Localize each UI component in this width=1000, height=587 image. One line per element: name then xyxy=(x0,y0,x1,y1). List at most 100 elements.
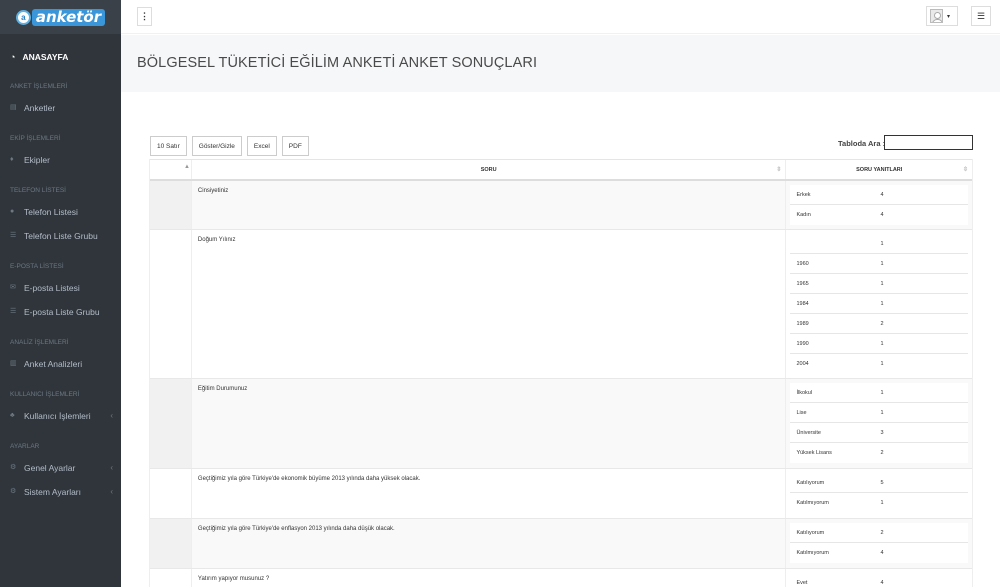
answer-label: 1990 xyxy=(796,340,809,347)
answer-count: 1 xyxy=(880,340,884,347)
sidebar-item-eposta-listesi[interactable]: ✉ E-posta Listesi xyxy=(0,276,121,300)
answer-label: Katılmıyorum xyxy=(796,550,829,556)
sidebar-item-ekipler[interactable]: ♦ Ekipler xyxy=(0,148,121,172)
answer-row: Kadın 4 xyxy=(790,205,969,225)
sidebar-item-anketler[interactable]: ▤ Anketler xyxy=(0,96,121,120)
sidebar-item-label: Kullanıcı İşlemleri xyxy=(24,411,91,421)
user-icon: ● xyxy=(10,208,15,215)
answer-label: Yüksek Lisans xyxy=(796,450,832,456)
sidebar-item-label: Anket Analizleri xyxy=(24,359,83,369)
answers-cell: Evet 4 xyxy=(786,569,972,587)
search-label: Tabloda Ara : xyxy=(838,139,886,148)
sidebar-heading: TELEFON LİSTESİ xyxy=(10,187,66,194)
answers-cell: 1 1960 1 1965 1 1984 1 1989 2 1990 1 2004 1 xyxy=(786,230,972,378)
sidebar-item-label: E-posta Listesi xyxy=(24,283,80,293)
column-header-index[interactable]: ▲ xyxy=(150,160,192,179)
answer-count: 4 xyxy=(880,550,884,556)
answer-row: 1984 1 xyxy=(790,294,969,314)
answer-count: 4 xyxy=(880,212,884,218)
answer-row: Katılıyorum 2 xyxy=(790,523,969,543)
answer-label: Erkek xyxy=(796,191,811,198)
sidebar-item-kullanici-islemleri[interactable]: ♣ Kullanıcı İşlemleri ‹ xyxy=(0,404,121,428)
answer-row: 1960 1 xyxy=(790,254,969,274)
chevron-left-icon: ‹ xyxy=(110,487,113,496)
export-pdf-button[interactable]: PDF xyxy=(281,136,309,156)
export-excel-button[interactable]: Excel xyxy=(246,136,277,156)
sort-icon: ⇳ xyxy=(962,167,968,173)
table-body: Cinsiyetiniz Erkek 4 Kadın 4 Doğum Yılınız 1 19… xyxy=(150,181,972,587)
page-title-bar: BÖLGESEL TÜKETİCİ EĞİLİM ANKETİ ANKET SO… xyxy=(121,35,1000,92)
row-index-cell xyxy=(150,519,192,568)
sidebar-heading: ANALİZ İŞLEMLERİ xyxy=(10,339,69,346)
sidebar-item-label: Anketler xyxy=(24,103,56,113)
answer-label: Evet xyxy=(796,580,808,586)
answer-row: Üniversite 3 xyxy=(790,423,969,443)
sidebar-item-genel-ayarlar[interactable]: ⚙ Genel Ayarlar ‹ xyxy=(0,456,121,480)
speedometer-icon: ◔ xyxy=(10,52,16,62)
question-cell: Eğitim Durumunuz xyxy=(192,379,787,468)
sidebar-item-anket-analizleri[interactable]: ▥ Anket Analizleri xyxy=(0,352,121,376)
column-header-soru-yanitlari[interactable]: SORU YANITLARI ⇳ xyxy=(786,160,972,179)
sidebar-item-label: Telefon Listesi xyxy=(24,207,78,217)
caret-down-icon: ▾ xyxy=(947,13,951,20)
rows-per-page-button[interactable]: 10 Satır xyxy=(150,136,187,156)
sidebar: a anketör ◔ ANASAYFA ANKET İŞLEMLERİ ▤ A… xyxy=(0,0,121,587)
sidebar-section-survey: ANKET İŞLEMLERİ ▤ Anketler xyxy=(0,78,121,120)
answer-count: 5 xyxy=(880,479,884,486)
table-row: Geçtiğimiz yıla göre Türkiye'de enflasyo… xyxy=(150,519,972,569)
row-index-cell xyxy=(150,181,192,229)
sidebar-item-sistem-ayarlari[interactable]: ⚙ Sistem Ayarları ‹ xyxy=(0,480,121,504)
gears-icon: ⚙ xyxy=(10,488,17,495)
table-header: ▲ SORU ⇳ SORU YANITLARI ⇳ xyxy=(150,159,972,181)
sidebar-heading: AYARLAR xyxy=(10,443,40,450)
chevron-left-icon: ‹ xyxy=(110,463,113,472)
answers-cell: Erkek 4 Kadın 4 xyxy=(786,181,972,229)
answer-label: Katılmıyorum xyxy=(796,500,829,506)
question-cell: Doğum Yılınız xyxy=(192,230,787,378)
answer-row: 1990 1 xyxy=(790,334,969,354)
sidebar-item-label: E-posta Liste Grubu xyxy=(24,307,100,317)
answer-row: Katılıyorum 5 xyxy=(790,473,969,493)
sidebar-item-home[interactable]: ◔ ANASAYFA xyxy=(0,36,121,78)
answer-row: Yüksek Lisans 2 xyxy=(790,443,969,463)
logo-icon: a xyxy=(15,9,31,25)
answer-count: 1 xyxy=(880,409,884,416)
logo-bar: a anketör xyxy=(0,0,121,34)
results-table: ▲ SORU ⇳ SORU YANITLARI ⇳ Cinsiyetiniz Er… xyxy=(149,159,973,587)
answer-count: 2 xyxy=(880,450,884,456)
row-index-cell xyxy=(150,230,192,378)
answer-row: Katılmıyorum 1 xyxy=(790,493,969,513)
sidebar-item-eposta-liste-grubu[interactable]: ☰ E-posta Liste Grubu xyxy=(0,300,121,324)
envelope-icon: ✉ xyxy=(10,284,16,291)
logo-text: anketör xyxy=(31,8,106,26)
answers-cell: Katılıyorum 2 Katılmıyorum 4 xyxy=(786,519,972,568)
answer-count: 4 xyxy=(880,191,884,198)
answer-label: 1984 xyxy=(796,300,809,307)
menu-toggle-button[interactable]: ☰ xyxy=(971,6,991,26)
sidebar-section-users: KULLANICI İŞLEMLERİ ♣ Kullanıcı İşlemler… xyxy=(0,386,121,428)
user-menu-button[interactable]: ▾ xyxy=(926,6,958,26)
sort-icon: ⇳ xyxy=(776,167,782,173)
sidebar-section-email: E-POSTA LİSTESİ ✉ E-posta Listesi ☰ E-po… xyxy=(0,258,121,324)
answer-row: İlkokul 1 xyxy=(790,383,969,403)
answer-label: Üniversite xyxy=(796,429,821,436)
sidebar-item-telefon-liste-grubu[interactable]: ☰ Telefon Liste Grubu xyxy=(0,224,121,248)
answer-count: 4 xyxy=(880,580,884,586)
sidebar-item-label: Ekipler xyxy=(24,155,50,165)
search-input[interactable] xyxy=(884,135,973,150)
sidebar-section-analysis: ANALİZ İŞLEMLERİ ▥ Anket Analizleri xyxy=(0,334,121,376)
sidebar-item-label: Telefon Liste Grubu xyxy=(24,231,98,241)
table-toolbar: 10 Satır Göster/Gizle Excel PDF xyxy=(150,136,309,156)
column-visibility-button[interactable]: Göster/Gizle xyxy=(191,136,242,156)
table-row: Doğum Yılınız 1 1960 1 1965 1 1984 1 1989 2 1990 1 2… xyxy=(150,230,972,379)
column-header-soru[interactable]: SORU ⇳ xyxy=(192,160,787,179)
sidebar-item-telefon-listesi[interactable]: ● Telefon Listesi xyxy=(0,200,121,224)
answer-count: 1 xyxy=(880,260,884,267)
more-options-button[interactable]: ⋮ xyxy=(137,7,152,26)
logo[interactable]: a anketör xyxy=(15,8,106,26)
answer-count: 1 xyxy=(880,389,884,396)
answer-row: 2004 1 xyxy=(790,354,969,374)
list-icon: ☰ xyxy=(10,232,17,239)
sidebar-heading: EKİP İŞLEMLERİ xyxy=(10,135,61,142)
answer-row: Lise 1 xyxy=(790,403,969,423)
